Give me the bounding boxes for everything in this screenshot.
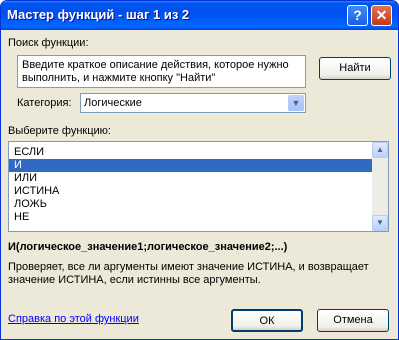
title-bar[interactable]: Мастер функций - шаг 1 из 2 ? ✕ [1,1,398,30]
list-item[interactable]: ЛОЖЬ [9,198,388,211]
question-icon: ? [353,7,362,23]
close-button[interactable]: ✕ [371,5,392,26]
category-value: Логические [84,97,142,109]
list-item[interactable]: НЕ [9,211,388,224]
close-icon: ✕ [375,7,388,23]
function-syntax: И(логическое_значение1;логическое_значен… [8,241,288,253]
scroll-up-icon[interactable]: ▲ [372,142,388,158]
scrollbar[interactable]: ▲ ▼ [372,142,388,231]
chevron-down-icon[interactable]: ▼ [288,95,304,111]
help-link[interactable]: Справка по этой функции [8,313,139,325]
function-description: Проверяет, все ли аргументы имеют значен… [8,261,369,286]
cancel-button[interactable]: Отмена [317,309,389,332]
list-item[interactable]: ЕСЛИ [9,146,388,159]
window-title: Мастер функций - шаг 1 из 2 [7,7,190,22]
search-input[interactable]: Введите краткое описание действия, котор… [17,55,306,88]
list-item-selected[interactable]: И [9,159,388,172]
function-list[interactable]: ЕСЛИ И ИЛИ ИСТИНА ЛОЖЬ НЕ ▲ ▼ [8,141,389,232]
dialog-window: Мастер функций - шаг 1 из 2 ? ✕ Поиск фу… [0,0,399,340]
ok-button[interactable]: ОК [231,309,303,332]
list-item[interactable]: ИСТИНА [9,185,388,198]
search-label: Поиск функции: [8,37,89,49]
help-button[interactable]: ? [347,5,368,26]
category-select[interactable]: Логические ▼ [80,93,306,113]
scroll-down-icon[interactable]: ▼ [372,215,388,231]
category-label: Категория: [17,97,72,109]
list-item[interactable]: ИЛИ [9,172,388,185]
find-button[interactable]: Найти [319,57,391,80]
function-list-label: Выберите функцию: [8,125,111,137]
